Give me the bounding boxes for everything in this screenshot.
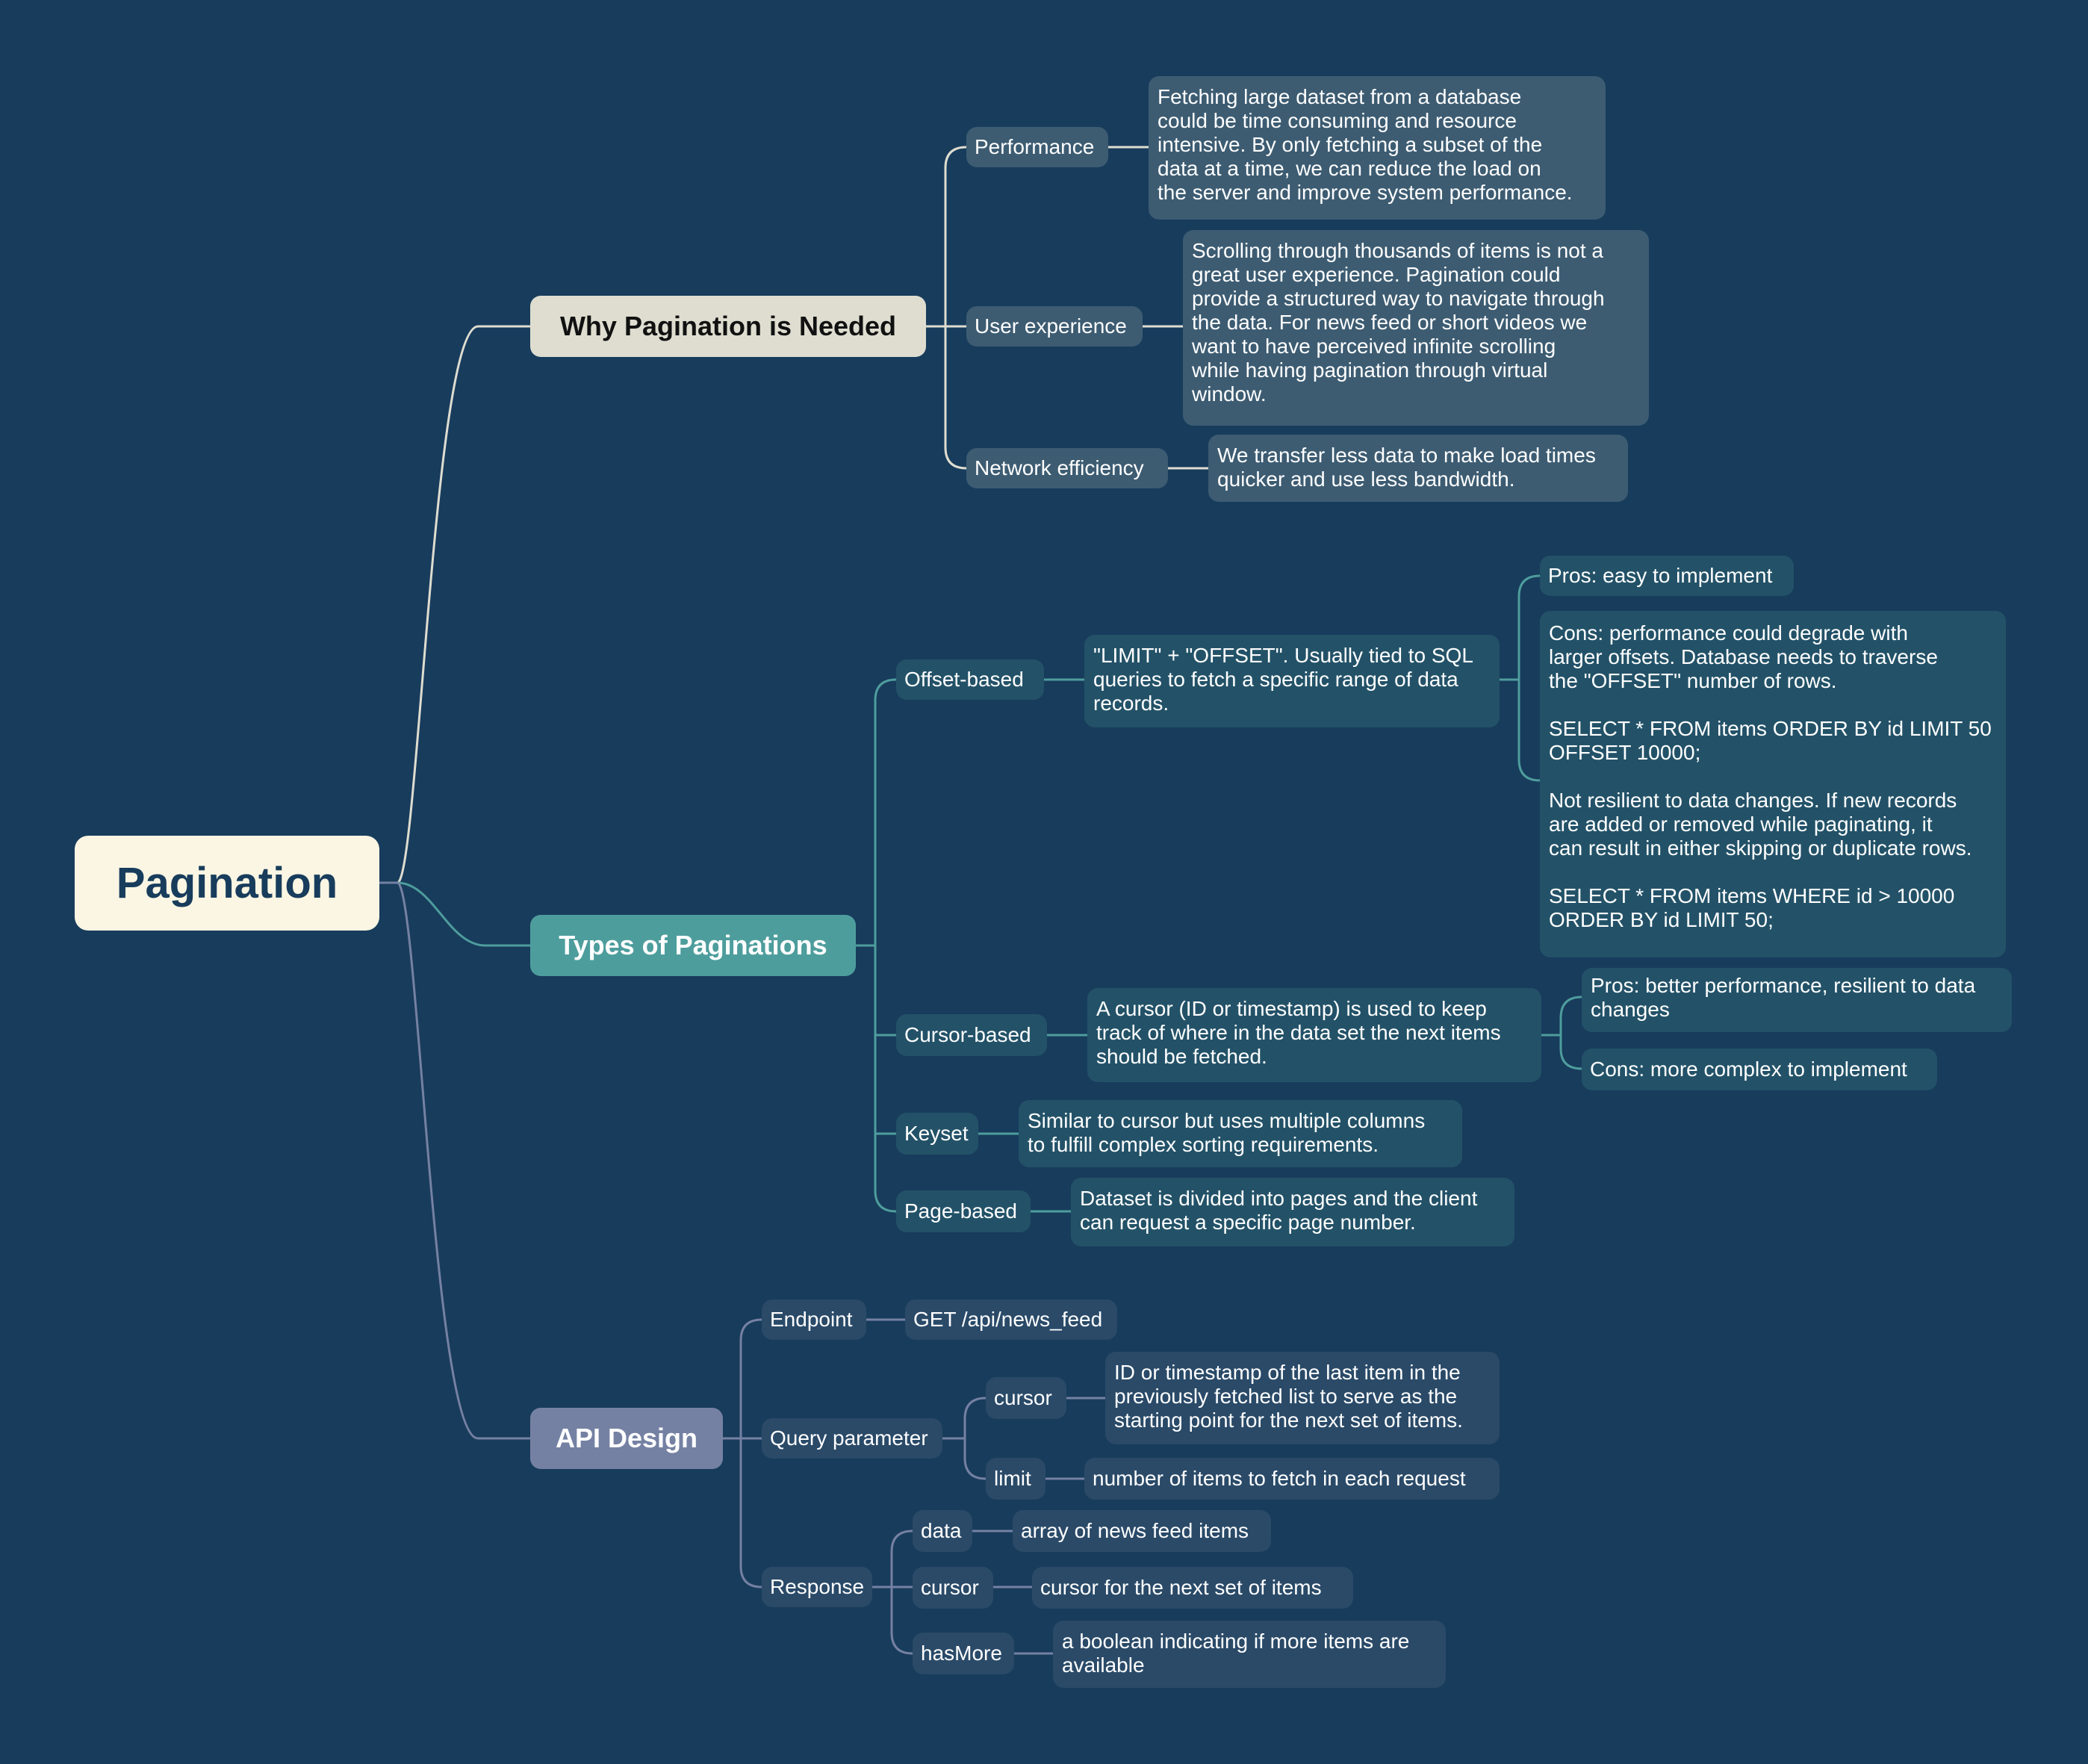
link-root-api [379, 881, 530, 1440]
response-cursor-desc[interactable]: cursor for the next set of items [1032, 1567, 1353, 1609]
cursor-cons[interactable]: Cons: more complex to implement [1582, 1049, 1937, 1090]
root-node[interactable]: Pagination [75, 836, 379, 931]
response-hasmore-desc[interactable]: a boolean indicating if more items are a… [1053, 1621, 1446, 1688]
type-page-based[interactable]: Page-based [896, 1190, 1031, 1232]
query-cursor[interactable]: cursor [986, 1377, 1066, 1419]
link-root-why [379, 325, 530, 884]
branch-types-of-paginations[interactable]: Types of Paginations [530, 915, 856, 976]
offset-pros[interactable]: Pros: easy to implement [1540, 556, 1794, 596]
query-cursor-desc[interactable]: ID or timestamp of the last item in the … [1105, 1352, 1500, 1444]
branch-why-pagination[interactable]: Why Pagination is Needed [530, 296, 926, 357]
api-endpoint-value[interactable]: GET /api/news_feed [905, 1299, 1117, 1340]
type-offset-based[interactable]: Offset-based [896, 659, 1044, 700]
why-performance[interactable]: Performance [966, 127, 1108, 167]
why-network-efficiency-desc[interactable]: We transfer less data to make load times… [1208, 435, 1628, 502]
type-cursor-based[interactable]: Cursor-based [896, 1014, 1047, 1056]
type-keyset[interactable]: Keyset [896, 1113, 978, 1155]
type-keyset-desc[interactable]: Similar to cursor but uses multiple colu… [1019, 1100, 1462, 1167]
type-page-based-desc[interactable]: Dataset is divided into pages and the cl… [1071, 1178, 1514, 1246]
query-limit[interactable]: limit [986, 1458, 1045, 1500]
branch-api-design[interactable]: API Design [530, 1408, 723, 1469]
type-offset-based-desc[interactable]: "LIMIT" + "OFFSET". Usually tied to SQL … [1084, 635, 1500, 727]
type-cursor-based-desc[interactable]: A cursor (ID or timestamp) is used to ke… [1087, 988, 1541, 1082]
response-hasmore[interactable]: hasMore [913, 1633, 1014, 1674]
why-network-efficiency[interactable]: Network efficiency [966, 448, 1168, 488]
api-endpoint[interactable]: Endpoint [762, 1299, 866, 1340]
response-data-desc[interactable]: array of news feed items [1013, 1510, 1271, 1552]
offset-cons[interactable]: Cons: performance could degrade with lar… [1540, 611, 2006, 957]
response-data[interactable]: data [913, 1510, 972, 1552]
response-cursor[interactable]: cursor [913, 1567, 993, 1609]
why-user-experience-desc[interactable]: Scrolling through thousands of items is … [1183, 230, 1649, 426]
why-performance-desc[interactable]: Fetching large dataset from a database c… [1149, 76, 1606, 220]
query-limit-desc[interactable]: number of items to fetch in each request [1084, 1458, 1500, 1500]
api-query-parameter[interactable]: Query parameter [762, 1418, 942, 1459]
api-response[interactable]: Response [762, 1567, 872, 1607]
cursor-pros[interactable]: Pros: better performance, resilient to d… [1582, 968, 2012, 1032]
why-user-experience[interactable]: User experience [966, 306, 1143, 347]
